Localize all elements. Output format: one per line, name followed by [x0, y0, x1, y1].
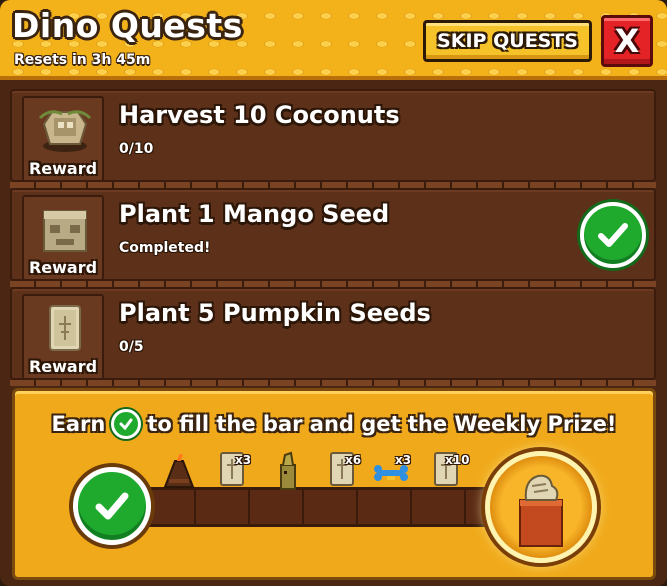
quest-row: Reward Harvest 10 Coconuts 0/10: [10, 89, 656, 188]
weekly-instructions: Earn to fill the bar and get the Weekly …: [15, 409, 653, 439]
bar-divider: [248, 490, 250, 524]
reward-label: Reward: [28, 258, 98, 277]
dino-totem-icon[interactable]: [275, 451, 301, 491]
bar-divider: [410, 490, 412, 524]
reward-box[interactable]: Reward: [22, 96, 104, 182]
reward-label: Reward: [28, 357, 98, 376]
multiplier-label: x3: [235, 453, 252, 467]
quest-title: Plant 5 Pumpkin Seeds: [119, 299, 431, 327]
bar-divider: [302, 490, 304, 524]
completed-check-icon: [580, 202, 646, 268]
quest-row: Reward Plant 1 Mango Seed Completed!: [10, 188, 656, 287]
bar-divider: [194, 490, 196, 524]
quest-row: Reward Plant 5 Pumpkin Seeds 0/5: [10, 287, 656, 386]
panel-title: Dino Quests: [12, 6, 243, 45]
skip-quests-button[interactable]: SKIP QUESTS: [423, 20, 592, 62]
quest-progress: 0/10: [119, 141, 154, 157]
check-icon: [111, 409, 142, 439]
stone-tablet-icon: [49, 305, 81, 351]
reward-label: Reward: [28, 159, 98, 178]
quest-title: Plant 1 Mango Seed: [119, 200, 390, 228]
reward-box[interactable]: Reward: [22, 294, 104, 380]
fill-bar-text: to fill the bar and get the Weekly Prize…: [147, 412, 617, 436]
stone-block-icon: [43, 210, 87, 252]
close-button[interactable]: X: [601, 15, 653, 67]
quest-progress: 0/5: [119, 339, 144, 355]
bar-divider: [356, 490, 358, 524]
earn-text: Earn: [51, 412, 106, 436]
quest-progress: Completed!: [119, 240, 211, 256]
coconut-icon: [38, 110, 92, 152]
multiplier-label: x3: [395, 453, 412, 467]
bar-divider: [464, 490, 466, 524]
multiplier-label: x6: [345, 453, 362, 467]
reset-timer: Resets in 3h 45m: [14, 52, 151, 68]
weekly-progress-bar: [127, 487, 517, 527]
multiplier-label: x10: [445, 453, 470, 467]
weekly-prize[interactable]: [485, 451, 597, 563]
quest-title: Harvest 10 Coconuts: [119, 101, 400, 129]
volcano-icon[interactable]: [161, 449, 197, 489]
dino-quests-panel: Dino Quests Resets in 3h 45m SKIP QUESTS…: [0, 0, 667, 586]
weekly-prize-section: Earn to fill the bar and get the Weekly …: [12, 388, 656, 580]
fossil-crate-icon: [519, 474, 563, 547]
weekly-check-icon: [73, 467, 151, 545]
header: Dino Quests Resets in 3h 45m SKIP QUESTS…: [0, 0, 667, 80]
reward-box[interactable]: Reward: [22, 195, 104, 281]
